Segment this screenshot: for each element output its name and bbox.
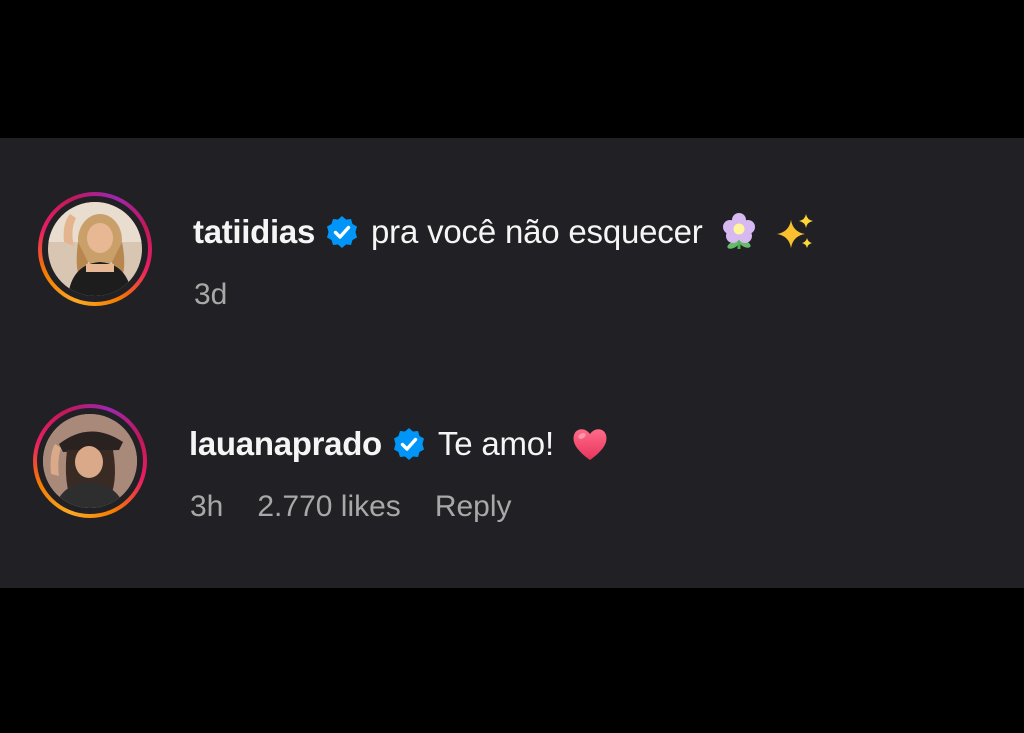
comment-time: 3d (194, 278, 228, 311)
comment-meta: 3h 2.770 likes Reply (190, 490, 512, 524)
avatar[interactable] (48, 202, 142, 296)
avatar-story-ring[interactable] (38, 192, 152, 306)
comment-meta: 3d (194, 278, 227, 312)
username[interactable]: tatiidias (193, 213, 315, 251)
avatar-image (43, 414, 137, 508)
comment-header: lauanaprado Te amo! (189, 422, 610, 466)
avatar-image (48, 202, 142, 296)
avatar-story-ring[interactable] (33, 404, 147, 518)
sparkles-emoji-icon (775, 212, 815, 252)
heart-emoji-icon (570, 424, 610, 464)
comments-panel: tatiidias pra você não esquecer 3d lauan… (0, 138, 1024, 588)
reply-button[interactable]: Reply (435, 490, 512, 524)
verified-badge-icon (392, 427, 426, 461)
comment-time: 3h (190, 490, 224, 523)
comment-header: tatiidias pra você não esquecer (193, 210, 815, 254)
avatar[interactable] (43, 414, 137, 508)
username[interactable]: lauanaprado (189, 425, 382, 463)
verified-badge-icon (325, 215, 359, 249)
comment-text: pra você não esquecer (371, 213, 703, 250)
likes-count[interactable]: 2.770 likes (257, 490, 400, 524)
flower-emoji-icon (719, 212, 759, 252)
comment-text: Te amo! (437, 425, 554, 462)
